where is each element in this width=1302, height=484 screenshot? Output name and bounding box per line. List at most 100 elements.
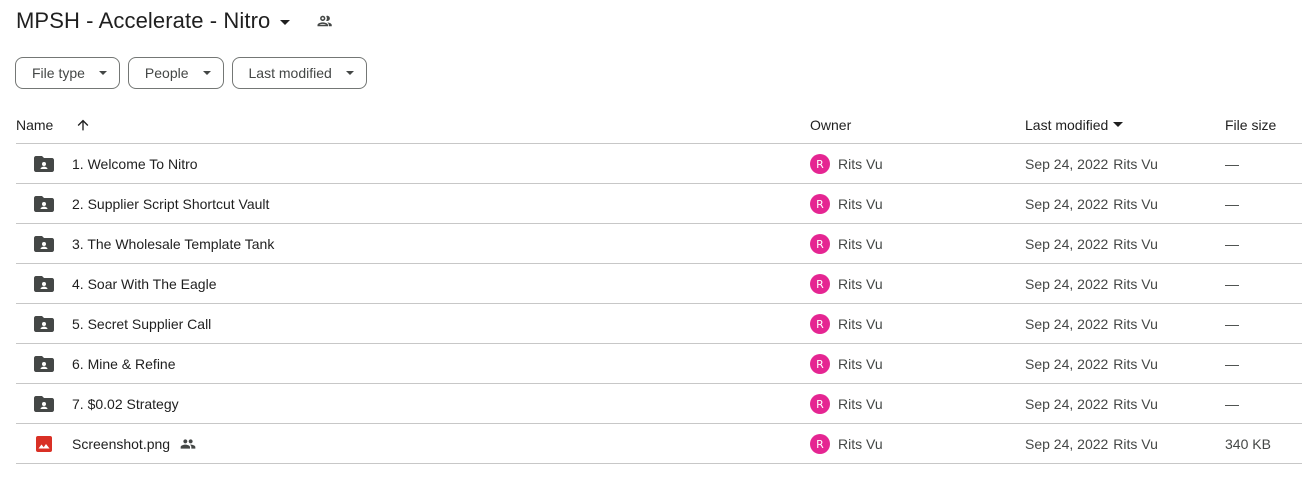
file-size-column-header[interactable]: File size — [1225, 117, 1276, 133]
owner-name: Rits Vu — [838, 316, 883, 332]
modified-by: Rits Vu — [1113, 396, 1158, 412]
file-row[interactable]: 1. Welcome To Nitro R Rits Vu Sep 24, 2022 R… — [16, 144, 1302, 184]
shared-folder-icon — [34, 196, 54, 212]
file-name[interactable]: 3. The Wholesale Template Tank — [72, 224, 274, 264]
sort-dropdown-icon — [1113, 122, 1124, 127]
modified-date: Sep 24, 2022 — [1025, 396, 1109, 412]
modified-date: Sep 24, 2022 — [1025, 316, 1109, 332]
file-name-text: 2. Supplier Script Shortcut Vault — [72, 196, 270, 212]
chevron-down-icon[interactable] — [280, 19, 291, 25]
file-name[interactable]: 2. Supplier Script Shortcut Vault — [72, 184, 269, 224]
file-size: — — [1225, 316, 1239, 332]
last-modified-filter[interactable]: Last modified — [231, 57, 367, 89]
folder-title[interactable]: MPSH - Accelerate - Nitro — [16, 8, 270, 34]
file-owner: R Rits Vu — [810, 224, 883, 264]
owner-name: Rits Vu — [838, 196, 883, 212]
owner-name: Rits Vu — [838, 396, 883, 412]
file-name-text: 3. The Wholesale Template Tank — [72, 236, 275, 252]
file-name-text: 5. Secret Supplier Call — [72, 316, 212, 332]
file-row[interactable]: 6. Mine & Refine R Rits Vu Sep 24, 2022 Rits… — [16, 344, 1302, 384]
file-owner: R Rits Vu — [810, 304, 883, 344]
last-modified: Sep 24, 2022 Rits Vu — [1025, 424, 1158, 464]
name-column-label: Name — [16, 116, 54, 133]
file-size: 340 KB — [1225, 436, 1271, 452]
modified-date: Sep 24, 2022 — [1025, 196, 1109, 212]
file-rows: 1. Welcome To Nitro R Rits Vu Sep 24, 2022 R… — [16, 144, 1302, 464]
avatar[interactable]: R — [810, 314, 830, 334]
filter-label: Last modified — [248, 65, 332, 81]
file-owner: R Rits Vu — [810, 144, 883, 184]
file-name[interactable]: 4. Soar With The Eagle — [72, 264, 216, 304]
people-filter[interactable]: People — [127, 57, 224, 89]
owner-name: Rits Vu — [838, 236, 883, 252]
file-size: — — [1225, 156, 1239, 172]
file-name[interactable]: 1. Welcome To Nitro — [72, 144, 198, 184]
file-owner: R Rits Vu — [810, 384, 883, 424]
people-icon[interactable] — [316, 12, 334, 30]
owner-name: Rits Vu — [838, 276, 883, 292]
file-name[interactable]: 7. $0.02 Strategy — [72, 384, 179, 424]
file-owner: R Rits Vu — [810, 264, 883, 304]
file-name-text: 7. $0.02 Strategy — [72, 396, 179, 412]
file-name[interactable]: 6. Mine & Refine — [72, 344, 176, 384]
filter-label: File type — [32, 65, 85, 81]
file-name[interactable]: 5. Secret Supplier Call — [72, 304, 211, 344]
name-column-header[interactable]: Name — [16, 117, 91, 133]
file-row[interactable]: 7. $0.02 Strategy R Rits Vu Sep 24, 2022 Rit… — [16, 384, 1302, 424]
file-type-filter[interactable]: File type — [15, 57, 120, 89]
avatar[interactable]: R — [810, 434, 830, 454]
filter-bar: File type People Last modified — [15, 57, 367, 89]
modified-date: Sep 24, 2022 — [1025, 436, 1109, 452]
avatar[interactable]: R — [810, 154, 830, 174]
avatar[interactable]: R — [810, 194, 830, 214]
file-owner: R Rits Vu — [810, 184, 883, 224]
shared-people-icon — [180, 436, 196, 452]
file-name[interactable]: Screenshot.png — [72, 424, 196, 464]
file-name-text: Screenshot.png — [72, 436, 171, 452]
modified-date: Sep 24, 2022 — [1025, 356, 1109, 372]
last-modified: Sep 24, 2022 Rits Vu — [1025, 344, 1158, 384]
last-modified: Sep 24, 2022 Rits Vu — [1025, 144, 1158, 184]
modified-date: Sep 24, 2022 — [1025, 236, 1109, 252]
file-name-text: 4. Soar With The Eagle — [72, 276, 217, 292]
shared-folder-icon — [34, 356, 54, 372]
file-row[interactable]: Screenshot.png R Rits Vu Sep 24, 2022 Rits V… — [16, 424, 1302, 464]
shared-folder-icon — [34, 316, 54, 332]
file-row[interactable]: 4. Soar With The Eagle R Rits Vu Sep 24, 20… — [16, 264, 1302, 304]
last-modified: Sep 24, 2022 Rits Vu — [1025, 264, 1158, 304]
dropdown-arrow-icon — [345, 71, 354, 75]
last-modified-column-header[interactable]: Last modified — [1025, 117, 1124, 133]
last-modified: Sep 24, 2022 Rits Vu — [1025, 304, 1158, 344]
modified-by: Rits Vu — [1113, 436, 1158, 452]
modified-by: Rits Vu — [1113, 156, 1158, 172]
modified-by: Rits Vu — [1113, 356, 1158, 372]
file-row[interactable]: 2. Supplier Script Shortcut Vault R Rits V… — [16, 184, 1302, 224]
folder-header: MPSH - Accelerate - Nitro — [16, 6, 334, 36]
last-modified: Sep 24, 2022 Rits Vu — [1025, 224, 1158, 264]
avatar[interactable]: R — [810, 354, 830, 374]
avatar[interactable]: R — [810, 394, 830, 414]
modified-date: Sep 24, 2022 — [1025, 156, 1109, 172]
file-owner: R Rits Vu — [810, 424, 883, 464]
avatar[interactable]: R — [810, 234, 830, 254]
avatar[interactable]: R — [810, 274, 830, 294]
owner-name: Rits Vu — [838, 436, 883, 452]
modified-date: Sep 24, 2022 — [1025, 276, 1109, 292]
file-list: Name Owner Last modified File size 1. We… — [16, 106, 1302, 464]
image-file-icon — [34, 436, 54, 452]
filter-label: People — [144, 65, 189, 81]
dropdown-arrow-icon — [98, 71, 107, 75]
file-owner: R Rits Vu — [810, 344, 883, 384]
shared-folder-icon — [34, 276, 54, 292]
last-modified: Sep 24, 2022 Rits Vu — [1025, 384, 1158, 424]
file-row[interactable]: 5. Secret Supplier Call R Rits Vu Sep 24, 2… — [16, 304, 1302, 344]
modified-by: Rits Vu — [1113, 196, 1158, 212]
owner-column-header[interactable]: Owner — [810, 117, 851, 133]
shared-folder-icon — [34, 396, 54, 412]
file-row[interactable]: 3. The Wholesale Template Tank R Rits Vu Se… — [16, 224, 1302, 264]
file-size: — — [1225, 356, 1239, 372]
arrow-up-icon[interactable] — [75, 117, 91, 133]
shared-folder-icon — [34, 236, 54, 252]
owner-name: Rits Vu — [838, 356, 883, 372]
file-size: — — [1225, 196, 1239, 212]
